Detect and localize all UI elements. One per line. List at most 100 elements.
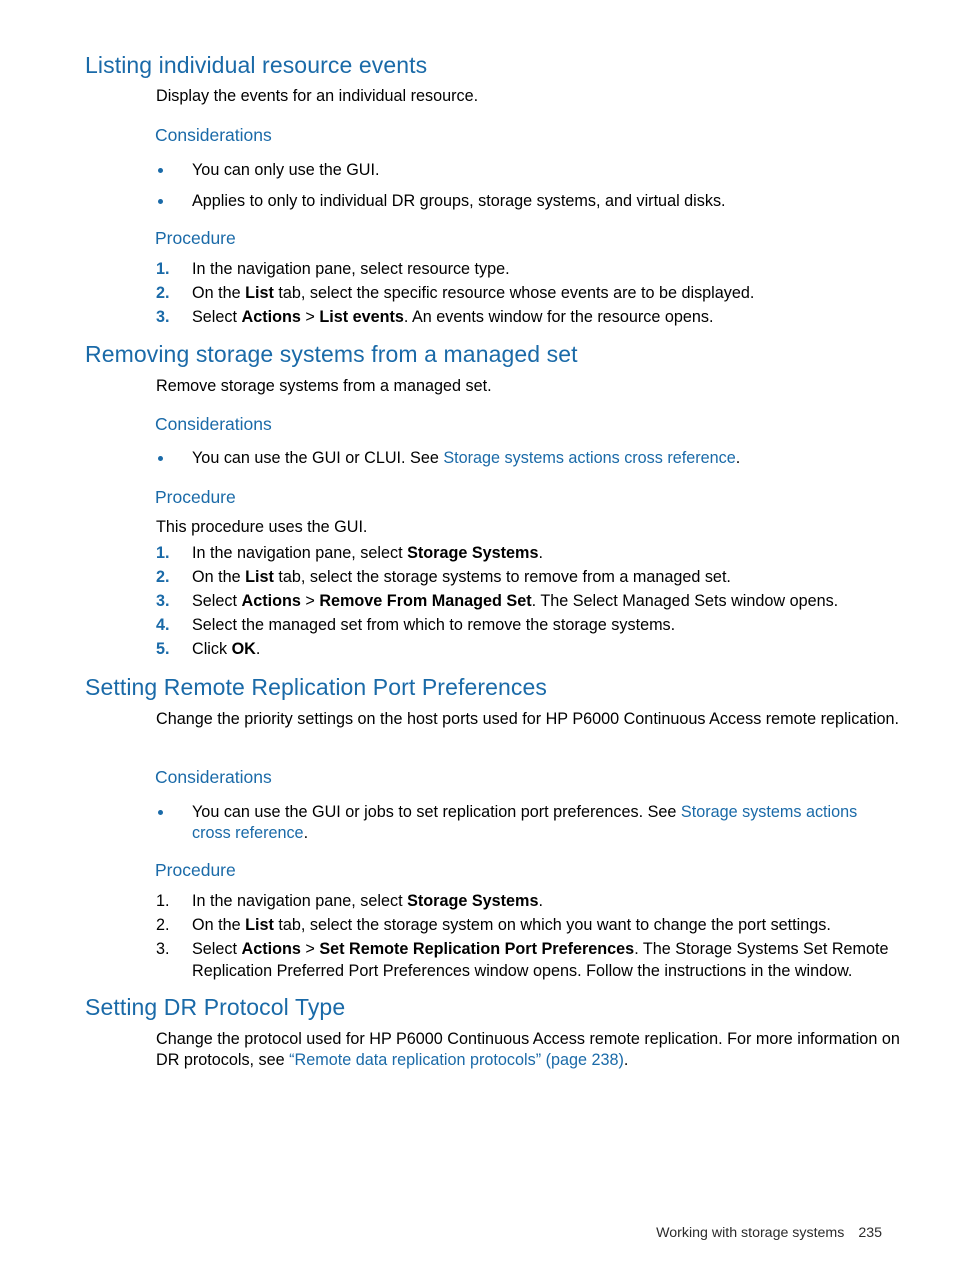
text-run: > bbox=[300, 308, 320, 326]
text-run: . An events window for the resource open… bbox=[403, 308, 714, 326]
emphasis-text: List bbox=[245, 284, 274, 302]
text-run: > bbox=[300, 592, 320, 610]
text-run: On the bbox=[192, 568, 246, 586]
emphasis-text: Remove From Managed Set bbox=[319, 592, 532, 610]
text-run: Applies to only to individual DR groups,… bbox=[192, 191, 726, 210]
text-run: Select bbox=[192, 308, 242, 326]
text-run: . bbox=[538, 544, 543, 562]
text-run: . The Select Managed Sets window opens. bbox=[531, 592, 839, 610]
step-text: Click OK. bbox=[192, 640, 260, 658]
step-text: In the navigation pane, select Storage S… bbox=[192, 892, 543, 910]
cross-reference-link[interactable]: Storage systems actions cross reference bbox=[443, 449, 735, 467]
emphasis-text: Storage Systems bbox=[407, 544, 539, 562]
text-run: tab, select the storage systems to remov… bbox=[273, 568, 731, 586]
list-item: You can use the GUI or jobs to set repli… bbox=[156, 802, 894, 843]
emphasis-text: Storage Systems bbox=[407, 892, 539, 910]
text-run: In the navigation pane, select bbox=[192, 892, 408, 910]
step-number: 5. bbox=[156, 640, 170, 658]
text-run: . bbox=[735, 449, 741, 467]
section-intro-2: Remove storage systems from a managed se… bbox=[156, 377, 492, 395]
section-heading-setting-dr-protocol-type: Setting DR Protocol Type bbox=[85, 994, 346, 1020]
list-item: You can only use the GUI. bbox=[156, 160, 901, 181]
considerations-heading-1: Considerations bbox=[155, 125, 272, 145]
emphasis-text: List events bbox=[319, 308, 404, 326]
procedure-steps-1: 1. In the navigation pane, select resour… bbox=[156, 258, 901, 330]
emphasis-text: Set Remote Replication Port Preferences bbox=[319, 940, 635, 958]
step-text: On the List tab, select the storage syst… bbox=[192, 568, 731, 586]
emphasis-text: Actions bbox=[241, 308, 301, 326]
cross-reference-link[interactable]: “Remote data replication protocols” (pag… bbox=[289, 1051, 624, 1069]
step-number: 3. bbox=[156, 592, 170, 610]
procedure-steps-2: 1. In the navigation pane, select Storag… bbox=[156, 542, 916, 662]
step-text: Select Actions > Set Remote Replication … bbox=[192, 940, 889, 980]
list-item: 2. On the List tab, select the specific … bbox=[156, 282, 901, 304]
section-heading-listing-individual-resource-events: Listing individual resource events bbox=[85, 52, 428, 78]
step-text: In the navigation pane, select resource … bbox=[192, 260, 510, 278]
step-text: Select Actions > List events. An events … bbox=[192, 308, 713, 326]
step-number: 4. bbox=[156, 616, 170, 634]
text-run: Select bbox=[192, 592, 242, 610]
text-run: You can only use the GUI. bbox=[192, 161, 380, 179]
list-item: Applies to only to individual DR groups,… bbox=[156, 191, 901, 212]
text-run: . bbox=[623, 1050, 629, 1069]
list-item: 5. Click OK. bbox=[156, 638, 916, 660]
step-text: Select Actions > Remove From Managed Set… bbox=[192, 592, 838, 610]
step-text: On the List tab, select the storage syst… bbox=[192, 916, 831, 934]
step-number: 2. bbox=[156, 284, 170, 302]
emphasis-text: Actions bbox=[241, 592, 301, 610]
emphasis-text: OK bbox=[231, 640, 256, 658]
list-item: 2. On the List tab, select the storage s… bbox=[156, 566, 916, 588]
text-run: . bbox=[538, 892, 543, 910]
list-item: 3. Select Actions > List events. An even… bbox=[156, 306, 901, 328]
procedure-heading-3: Procedure bbox=[155, 860, 236, 880]
footer-title: Working with storage systems bbox=[656, 1225, 845, 1241]
list-item: 3. Select Actions > Remove From Managed … bbox=[156, 590, 916, 612]
step-number: 2. bbox=[156, 916, 170, 934]
text-run: . bbox=[303, 823, 309, 842]
emphasis-text: List bbox=[245, 568, 274, 586]
section-intro-4: Change the protocol used for HP P6000 Co… bbox=[156, 1029, 904, 1070]
list-item: 1. In the navigation pane, select Storag… bbox=[156, 890, 908, 912]
text-run: In the navigation pane, select resource … bbox=[192, 260, 510, 278]
document-page: Listing individual resource events Displ… bbox=[0, 0, 954, 1271]
text-run: tab, select the specific resource whose … bbox=[273, 284, 755, 302]
considerations-list-1: You can only use the GUI. Applies to onl… bbox=[156, 160, 901, 211]
list-item: You can use the GUI or CLUI. See Storage… bbox=[156, 448, 936, 469]
considerations-heading-2: Considerations bbox=[155, 414, 272, 434]
considerations-heading-3: Considerations bbox=[155, 767, 272, 787]
list-item: 3. Select Actions > Set Remote Replicati… bbox=[156, 938, 908, 982]
text-run: > bbox=[300, 940, 320, 958]
considerations-list-2: You can use the GUI or CLUI. See Storage… bbox=[156, 448, 936, 469]
text-run: tab, select the storage system on which … bbox=[273, 916, 831, 934]
step-number: 1. bbox=[156, 544, 170, 562]
text-run: You can use the GUI or jobs to set repli… bbox=[192, 803, 681, 821]
section-heading-setting-remote-replication-port-preferences: Setting Remote Replication Port Preferen… bbox=[85, 674, 547, 700]
step-number: 3. bbox=[156, 308, 170, 326]
section-intro-1: Display the events for an individual res… bbox=[156, 87, 479, 105]
list-item: 2. On the List tab, select the storage s… bbox=[156, 914, 908, 936]
list-item: 1. In the navigation pane, select Storag… bbox=[156, 542, 916, 564]
text-run: On the bbox=[192, 284, 246, 302]
text-run: Select the managed set from which to rem… bbox=[192, 616, 676, 634]
text-run: In the navigation pane, select bbox=[192, 544, 408, 562]
step-number: 1. bbox=[156, 260, 170, 278]
procedure-heading-1: Procedure bbox=[155, 228, 236, 248]
page-number: 235 bbox=[858, 1225, 882, 1241]
considerations-list-3: You can use the GUI or jobs to set repli… bbox=[156, 802, 894, 843]
procedure-lead-2: This procedure uses the GUI. bbox=[156, 518, 368, 536]
step-number: 2. bbox=[156, 568, 170, 586]
text-run: Select bbox=[192, 940, 242, 958]
text-run: . bbox=[255, 640, 261, 658]
procedure-steps-3: 1. In the navigation pane, select Storag… bbox=[156, 890, 908, 984]
list-item: 1. In the navigation pane, select resour… bbox=[156, 258, 901, 280]
text-run: On the bbox=[192, 916, 246, 934]
step-text: Select the managed set from which to rem… bbox=[192, 616, 675, 634]
section-intro-3: Change the priority settings on the host… bbox=[156, 710, 899, 728]
step-text: In the navigation pane, select Storage S… bbox=[192, 544, 543, 562]
procedure-heading-2: Procedure bbox=[155, 487, 236, 507]
step-number: 1. bbox=[156, 892, 170, 910]
list-item: 4. Select the managed set from which to … bbox=[156, 614, 916, 636]
step-number: 3. bbox=[156, 940, 170, 958]
emphasis-text: List bbox=[245, 916, 274, 934]
section-heading-removing-storage-systems-from-a-managed-set: Removing storage systems from a managed … bbox=[85, 341, 578, 367]
